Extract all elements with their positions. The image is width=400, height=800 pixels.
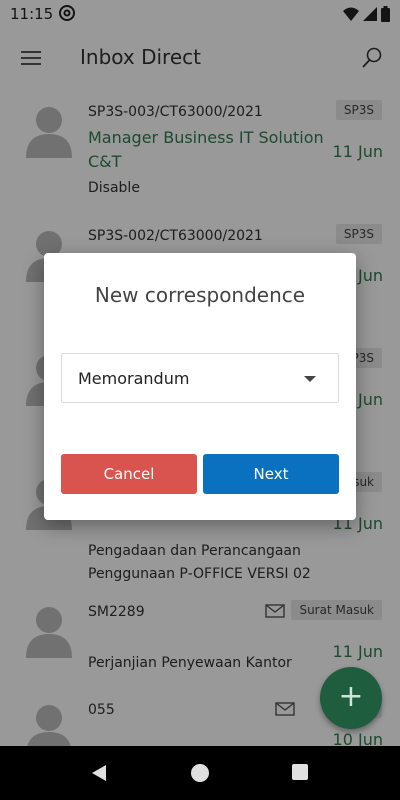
home-icon[interactable] (191, 764, 209, 782)
recent-apps-icon[interactable] (292, 764, 308, 780)
add-button[interactable]: + (320, 667, 382, 729)
select-value: Memorandum (78, 369, 190, 388)
next-button[interactable]: Next (203, 454, 339, 494)
new-correspondence-dialog: New correspondence Memorandum Cancel Nex… (44, 253, 356, 520)
dialog-title: New correspondence (94, 283, 306, 307)
correspondence-type-select[interactable]: Memorandum (61, 353, 339, 403)
dropdown-arrow-icon (304, 376, 316, 382)
system-nav-bar (0, 746, 400, 800)
cancel-button[interactable]: Cancel (61, 454, 197, 494)
back-icon[interactable] (90, 764, 108, 782)
